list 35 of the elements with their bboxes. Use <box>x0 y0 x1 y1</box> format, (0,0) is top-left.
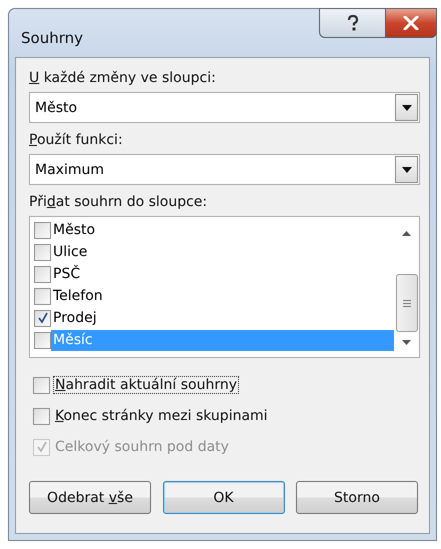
list-item[interactable]: Město <box>51 220 394 240</box>
option-label[interactable]: Konec stránky mezi skupinami <box>53 407 270 425</box>
dropdown[interactable]: Maximum <box>29 154 420 185</box>
list-item[interactable]: PSČ <box>51 264 394 284</box>
checkbox[interactable] <box>34 244 51 260</box>
scroll-up-icon[interactable] <box>402 231 411 236</box>
list-item[interactable]: Telefon <box>51 286 394 306</box>
dropdown[interactable]: Město <box>29 92 420 123</box>
dialog-button[interactable]: Odebrat vše <box>29 481 151 514</box>
window-title: Souhrny <box>21 29 83 47</box>
field-label: Použít funkci: <box>29 132 124 149</box>
scroll-down-icon[interactable] <box>402 340 411 345</box>
checkbox[interactable] <box>33 376 50 394</box>
dropdown-button[interactable] <box>395 94 418 121</box>
close-icon <box>403 16 419 30</box>
dialog-button[interactable]: OK <box>162 481 284 514</box>
checkbox[interactable] <box>34 266 51 282</box>
field-label: Přidat souhrn do sloupce: <box>29 194 208 211</box>
list-item[interactable]: Prodej <box>51 308 394 328</box>
dialog-button[interactable]: Storno <box>296 481 418 514</box>
checkbox[interactable] <box>34 332 51 348</box>
help-icon <box>346 15 360 31</box>
field-label: U každé změny ve sloupci: <box>29 70 217 87</box>
scroll-thumb[interactable] <box>396 274 418 332</box>
dropdown-button[interactable] <box>395 156 418 183</box>
close-button[interactable] <box>385 8 437 38</box>
checkbox[interactable] <box>34 310 51 326</box>
help-button[interactable] <box>319 8 385 38</box>
option-label[interactable]: Nahradit aktuální souhrny <box>53 376 239 394</box>
checkbox[interactable] <box>34 288 51 304</box>
checkbox[interactable] <box>34 222 51 238</box>
caret-icon <box>402 166 412 172</box>
checkbox[interactable] <box>33 408 50 424</box>
list-item[interactable]: Ulice <box>51 242 394 262</box>
caret-icon <box>402 104 412 110</box>
